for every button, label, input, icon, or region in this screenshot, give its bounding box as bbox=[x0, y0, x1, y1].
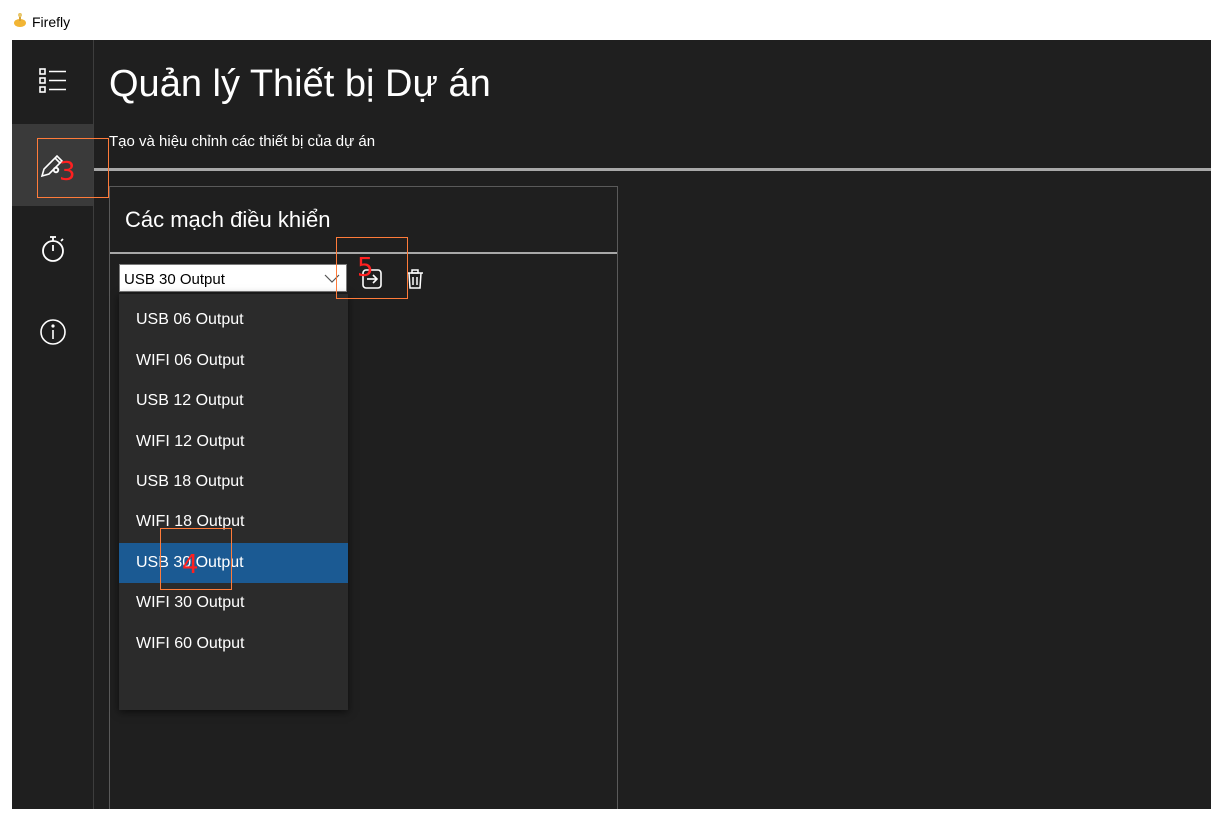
nav-item-list[interactable] bbox=[12, 40, 93, 122]
annotation-number-4: 4 bbox=[182, 550, 199, 580]
dropdown-option[interactable]: USB 12 Output bbox=[119, 381, 348, 421]
dropdown-option[interactable]: WIFI 06 Output bbox=[119, 341, 348, 381]
page-title: Quản lý Thiết bị Dự án bbox=[109, 63, 491, 105]
list-icon bbox=[38, 68, 66, 93]
dropdown-option[interactable]: USB 18 Output bbox=[119, 462, 348, 502]
combobox-value: USB 30 Output bbox=[124, 271, 225, 288]
info-icon bbox=[39, 319, 66, 345]
panel-title: Các mạch điều khiển bbox=[125, 207, 331, 232]
dropdown-option[interactable]: WIFI 30 Output bbox=[119, 583, 348, 623]
dropdown-option[interactable]: USB 06 Output bbox=[119, 300, 348, 340]
dropdown-option-selected[interactable]: USB 30 Output bbox=[119, 543, 348, 583]
dropdown-option[interactable]: WIFI 12 Output bbox=[119, 422, 348, 462]
window-title: Firefly bbox=[32, 14, 71, 30]
controller-dropdown-list: USB 06 Output WIFI 06 Output USB 12 Outp… bbox=[119, 294, 348, 710]
annotation-number-5: 5 bbox=[357, 253, 374, 283]
dropdown-option[interactable]: WIFI 18 Output bbox=[119, 502, 348, 542]
nav-item-timer[interactable] bbox=[12, 208, 93, 290]
header-divider bbox=[94, 168, 1211, 171]
firefly-app-icon bbox=[14, 13, 26, 27]
dropdown-option[interactable]: WIFI 60 Output bbox=[119, 624, 348, 664]
window-titlebar: Firefly bbox=[0, 0, 1222, 40]
app-surface: Quản lý Thiết bị Dự án Tạo và hiệu chỉnh… bbox=[12, 40, 1211, 809]
nav-item-info[interactable] bbox=[12, 291, 93, 373]
annotation-number-3: 3 bbox=[59, 157, 76, 187]
window-bottom-margin bbox=[0, 809, 1222, 822]
controller-combobox[interactable]: USB 30 Output bbox=[119, 264, 347, 292]
page-subtitle: Tạo và hiệu chỉnh các thiết bị của dự án bbox=[109, 133, 376, 150]
timer-icon bbox=[41, 236, 64, 262]
